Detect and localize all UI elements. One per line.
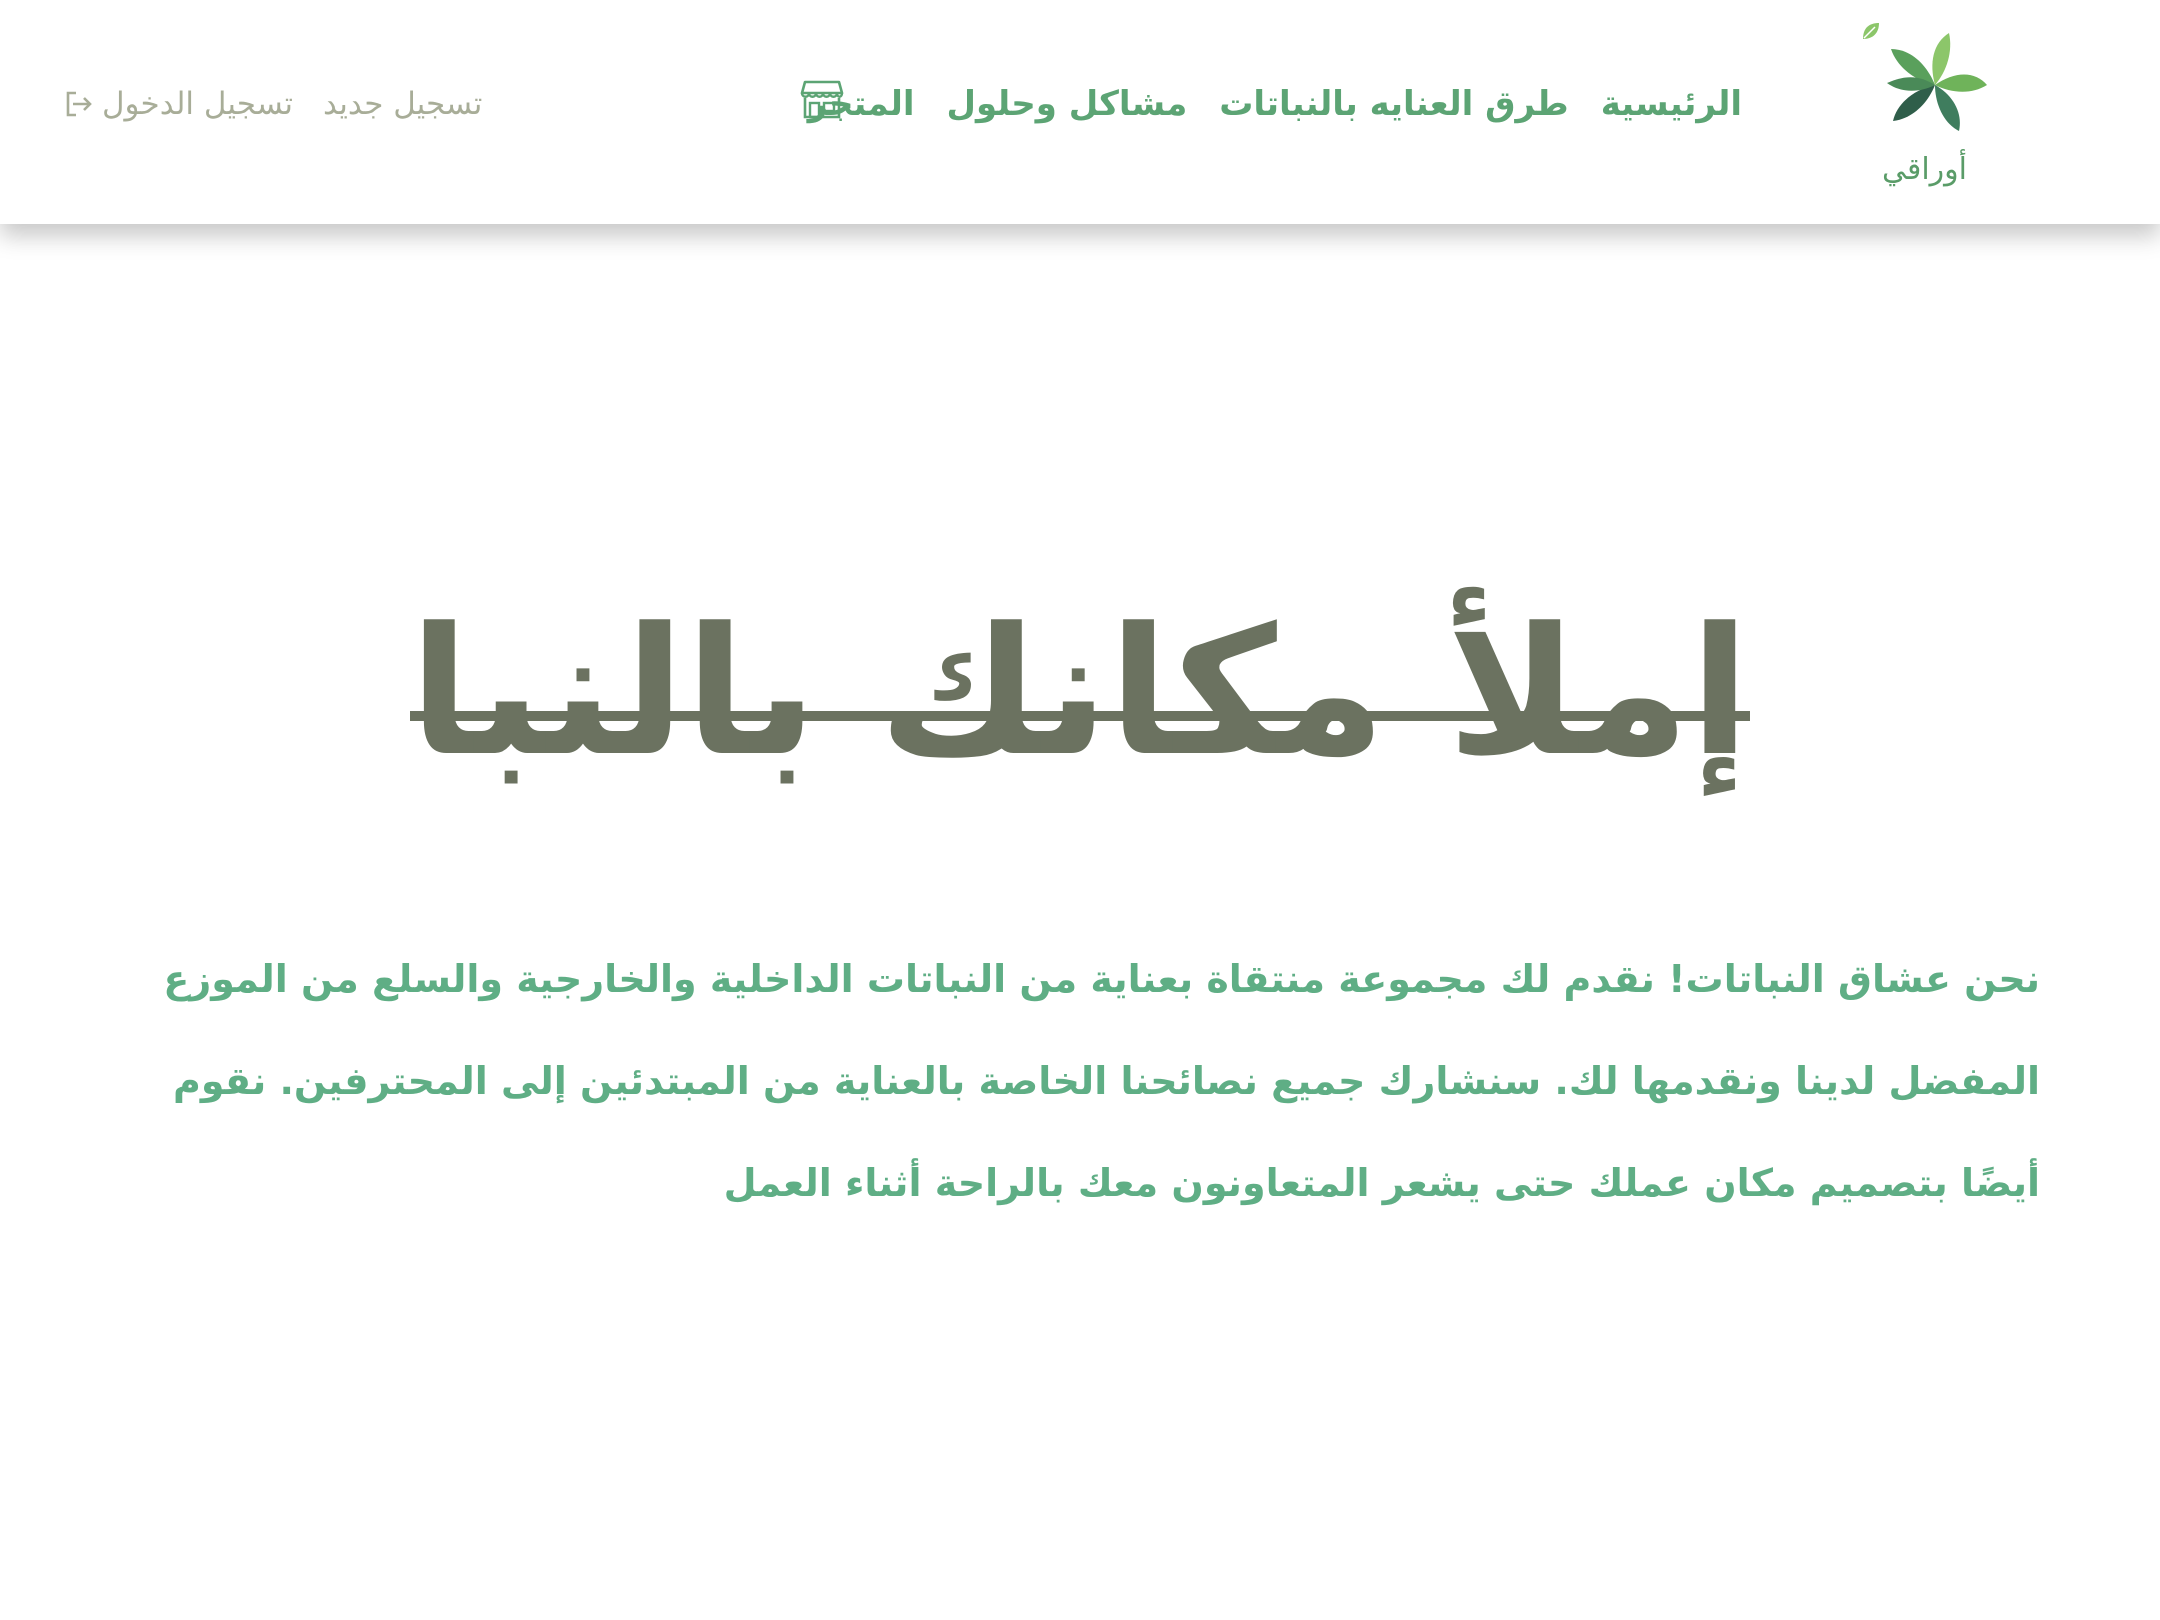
login-label: تسجيل الدخول (102, 86, 294, 122)
register-link[interactable]: تسجيل جديد (323, 86, 482, 122)
hero-title: إملأ مكانك بالنباتات (410, 589, 1750, 795)
leaf-pinwheel-icon (1887, 33, 1987, 131)
site-logo[interactable]: أوراقي (1860, 20, 2010, 210)
nav-item-problems-solutions[interactable]: مشاكل وحلول (947, 84, 1188, 124)
nav-item-home[interactable]: الرئيسية (1601, 84, 1742, 124)
page: أوراقي الرئيسية طرق العنايه بالنباتات مش… (0, 0, 2160, 1620)
site-header: أوراقي الرئيسية طرق العنايه بالنباتات مش… (0, 0, 2160, 224)
logo-text: أوراقي (1882, 152, 1967, 187)
login-icon (66, 91, 92, 117)
main-nav: الرئيسية طرق العنايه بالنباتات مشاكل وحل… (808, 84, 1742, 124)
small-leaf-icon (1863, 23, 1879, 39)
nav-item-plant-care[interactable]: طرق العنايه بالنباتات (1219, 84, 1568, 124)
hero-underline (410, 711, 1750, 721)
intro-paragraph: نحن عشاق النباتات! نقدم لك مجموعة منتقاة… (163, 957, 2040, 1205)
store-icon[interactable] (800, 78, 844, 120)
auth-links: تسجيل الدخول تسجيل جديد (64, 86, 482, 122)
login-link[interactable]: تسجيل الدخول (64, 86, 293, 122)
